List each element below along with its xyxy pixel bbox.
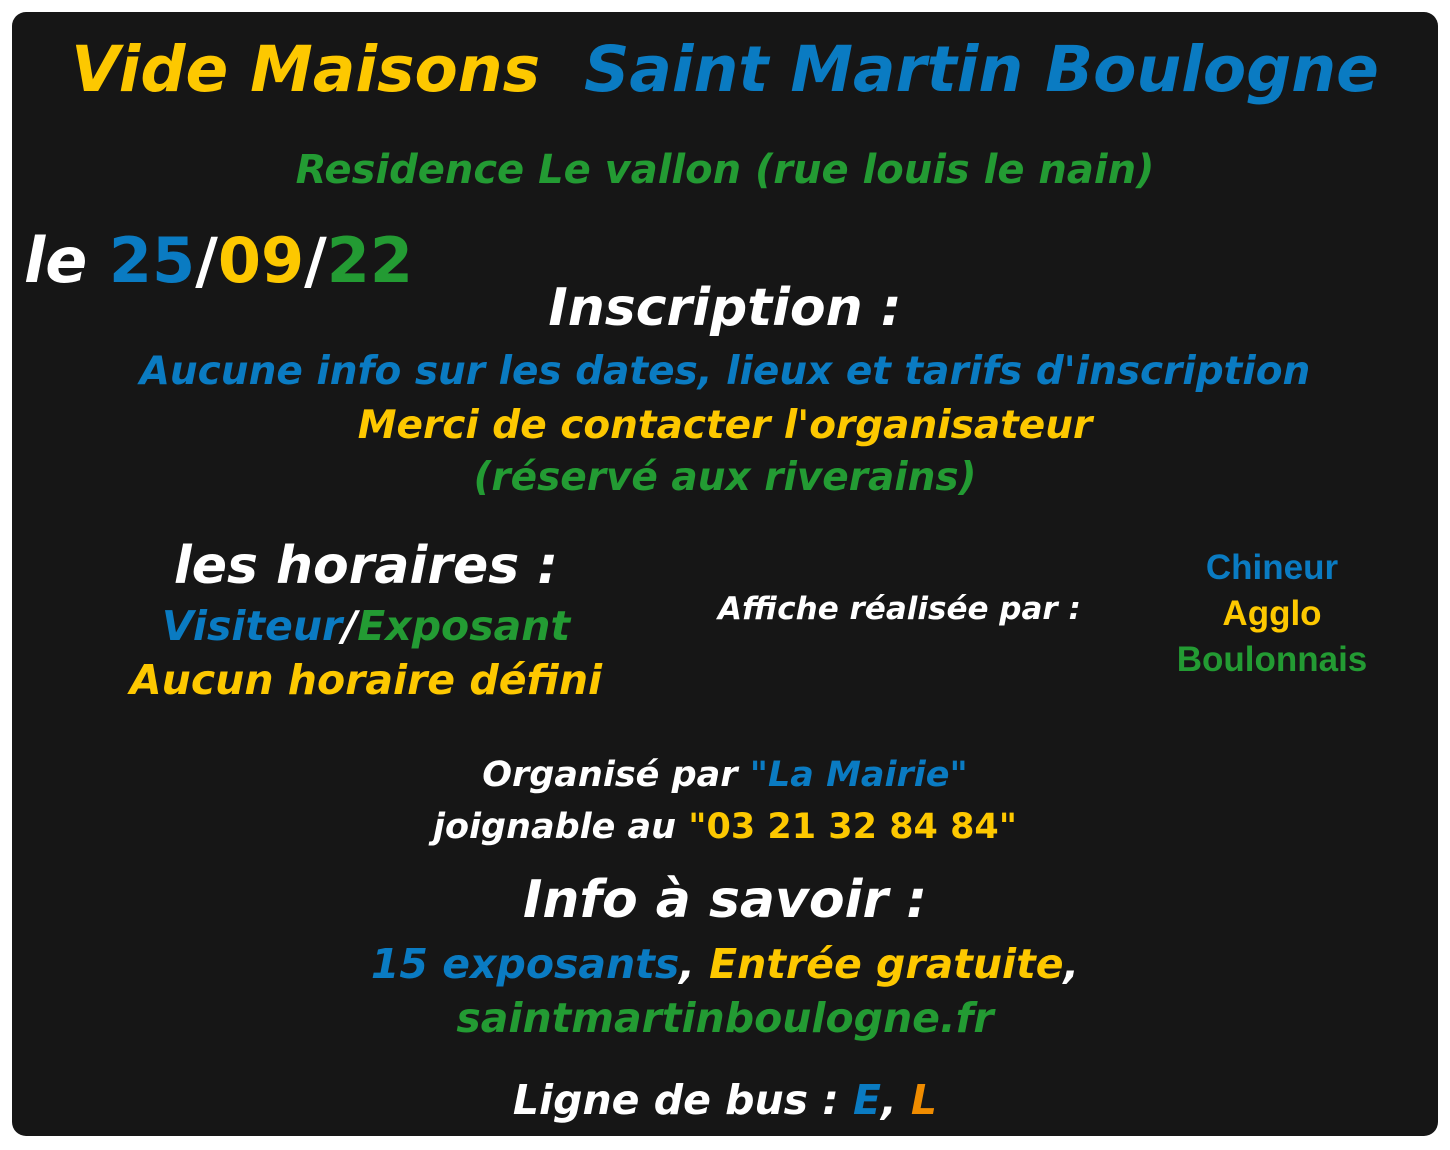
phone-number: "03 21 32 84 84"	[688, 807, 1018, 847]
organizer-name: "La Mairie"	[749, 755, 968, 795]
horaires-roles: Visiteur/Exposant	[60, 606, 672, 647]
role-separator: /	[342, 602, 358, 650]
bus-line-e: E	[853, 1076, 882, 1124]
bus-comma: ,	[881, 1076, 897, 1124]
organizer-contact: joignable au "03 21 32 84 84"	[12, 810, 1438, 845]
inscription-restriction: (réservé aux riverains)	[473, 455, 977, 500]
credit-chineur: Chineur	[1205, 548, 1339, 587]
horaires-none: Aucun horaire défini	[129, 656, 603, 704]
bus-prefix: Ligne de bus :	[512, 1076, 839, 1124]
title-event-type: Vide Maisons	[71, 33, 541, 106]
info-exposants: 15 exposants	[370, 940, 680, 988]
event-poster: Vide Maisons Saint Martin Boulogne Resid…	[12, 12, 1438, 1136]
horaires-block: les horaires : Visiteur/Exposant Aucun h…	[60, 540, 672, 710]
info-heading: Info à savoir :	[522, 870, 928, 930]
info-comma: ,	[679, 940, 695, 988]
organizer-prefix: Organisé par	[482, 755, 738, 795]
poster-title: Vide Maisons Saint Martin Boulogne	[12, 38, 1438, 101]
role-visiteur: Visiteur	[161, 602, 343, 650]
inscription-info: Aucune info sur les dates, lieux et tari…	[139, 349, 1311, 394]
role-exposant: Exposant	[357, 602, 571, 650]
info-comma: ,	[1063, 940, 1080, 988]
bus-line-l: L	[910, 1076, 938, 1124]
credit-boulonnais: Boulonnais	[1176, 640, 1368, 679]
title-town: Saint Martin Boulogne	[583, 33, 1379, 106]
credit-agglo: Agglo	[1222, 594, 1322, 633]
info-website: saintmartinboulogne.fr	[456, 994, 994, 1042]
affiche-credits: Chineur Agglo Boulonnais	[1162, 536, 1382, 686]
phone-prefix: joignable au	[432, 807, 677, 847]
bus-lines: Ligne de bus : E, L	[12, 1080, 1438, 1121]
inscription-heading: Inscription :	[548, 278, 902, 338]
info-details: 15 exposants, Entrée gratuite,	[12, 944, 1438, 985]
horaires-heading: les horaires :	[173, 536, 559, 596]
organizer: Organisé par "La Mairie"	[12, 758, 1438, 793]
event-location: Residence Le vallon (rue louis le nain)	[295, 147, 1155, 193]
inscription-contact: Merci de contacter l'organisateur	[357, 403, 1093, 448]
affiche-label: Affiche réalisée par :	[718, 591, 1081, 627]
info-entree: Entrée gratuite	[709, 940, 1064, 988]
